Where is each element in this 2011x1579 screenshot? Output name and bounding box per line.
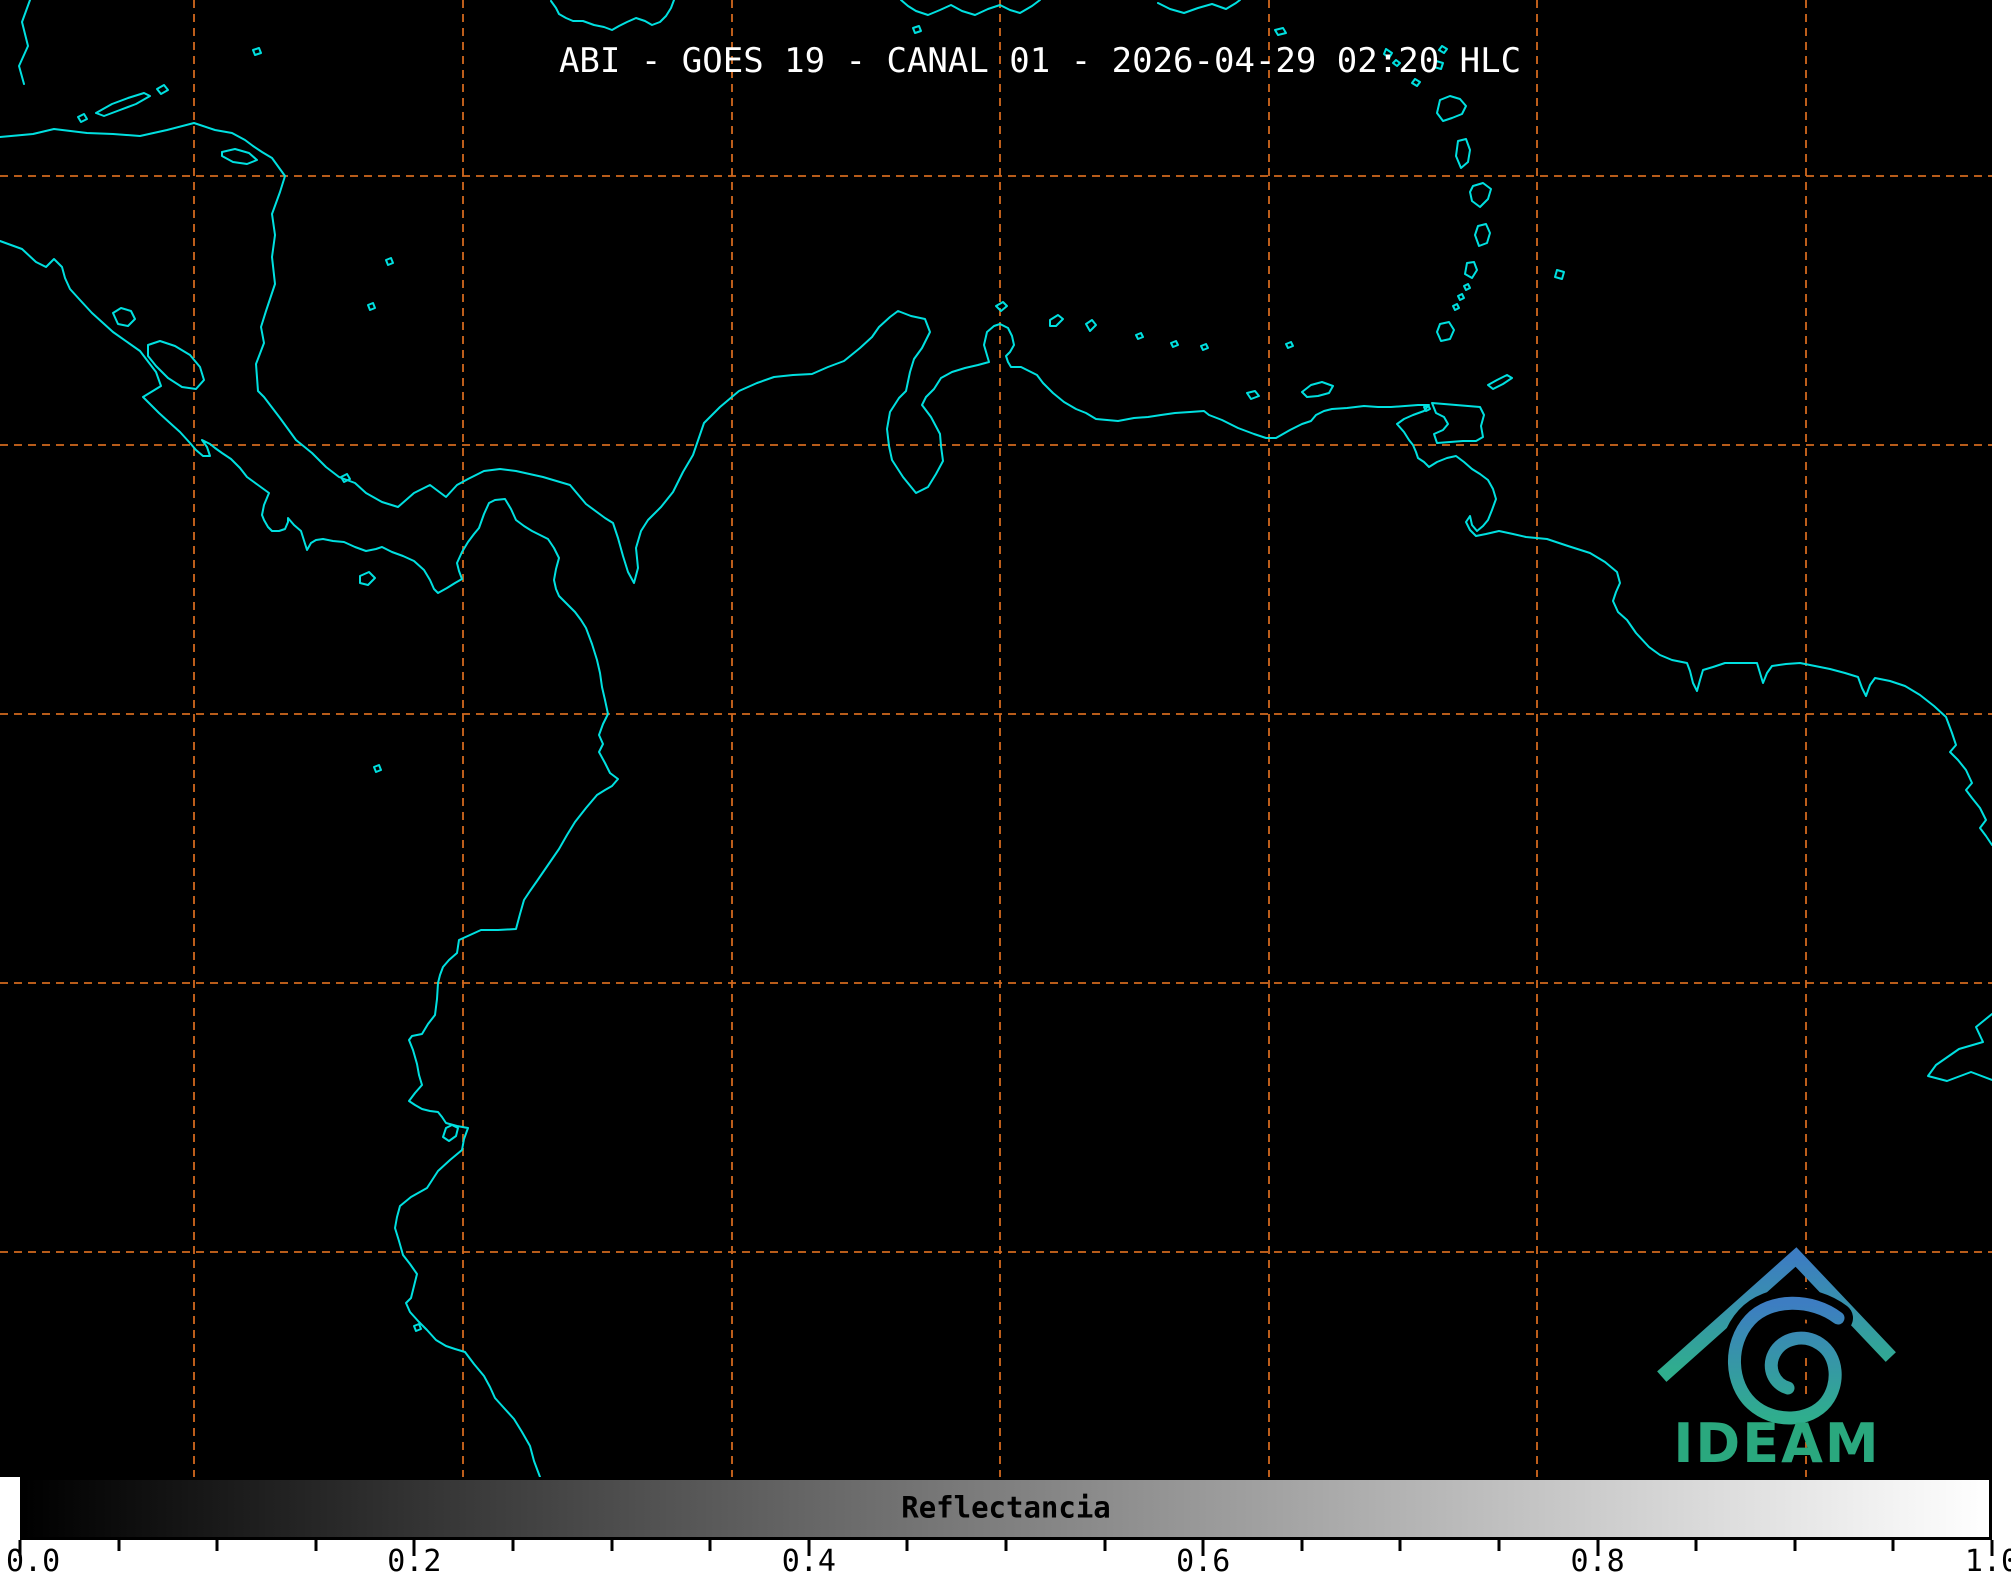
coastline [1135,332,1144,340]
coastline [77,113,88,123]
coastline [1436,95,1467,122]
coastline [1487,374,1513,390]
colorbar: Reflectancia [20,1477,1992,1540]
coastline [1455,138,1471,169]
coastline [912,25,922,34]
coastline [95,92,151,117]
coastline [1431,402,1485,444]
coastline [367,302,376,311]
colorbar-tick-label: 0.0 [6,1544,61,1579]
coastline [550,0,675,31]
coastline [0,240,619,1477]
coastline [1927,1013,1992,1082]
coastline [1474,223,1491,247]
coastline [1436,321,1455,342]
coastline [156,84,169,95]
logo-wordmark: IDEAM [1673,1412,1880,1475]
coastline [1457,293,1465,301]
coastline [385,257,394,266]
coastline [1285,341,1294,349]
coastline [147,340,205,390]
coastline [112,307,136,327]
coastline [373,764,382,773]
coastline [1469,182,1492,208]
colorbar-tick-label: 1.0 [1964,1544,2011,1579]
coastline [0,122,1992,846]
coastline [221,148,258,165]
coastline [1170,340,1179,348]
coastline [900,0,1041,16]
coastline [413,1323,422,1332]
colorbar-tick-label: 0.8 [1570,1544,1625,1579]
coastline [1464,261,1478,279]
coastline [1463,283,1471,291]
image-title: ABI - GOES 19 - CANAL 01 - 2026-04-29 02… [558,41,1522,81]
coastline [1049,314,1064,327]
colorbar-label: Reflectancia [901,1490,1111,1525]
coastline [1200,343,1209,351]
coastline [1554,269,1565,280]
coastlines [0,0,1992,1477]
coastline [442,1124,459,1142]
colorbar-tick-label: 0.4 [781,1544,836,1579]
coastline [18,0,31,85]
ideam-logo: IDEAM [1657,1247,1896,1475]
map-area: IDEAM ABI - GOES 19 - CANAL 01 - 2026-04… [0,0,1992,1477]
colorbar-tick-label: 0.2 [387,1544,442,1579]
coastline [1274,27,1287,36]
coastline [1085,319,1097,332]
graticule-gridlines [0,0,1992,1477]
coastline [1301,381,1334,398]
colorbar-tick-label: 0.6 [1176,1544,1231,1579]
map-canvas: IDEAM [0,0,1992,1477]
coastline [1157,0,1241,14]
satellite-image-figure: { "header": { "title": "ABI - GOES 19 - … [0,0,2011,1577]
coastline [252,47,262,56]
coastline [1452,303,1460,311]
coastline [359,571,376,586]
coastline [1246,390,1260,400]
colorbar-tick-labels: 0.0 0.2 0.4 0.6 0.8 1.0 [6,1544,2011,1579]
coastline [995,301,1008,312]
